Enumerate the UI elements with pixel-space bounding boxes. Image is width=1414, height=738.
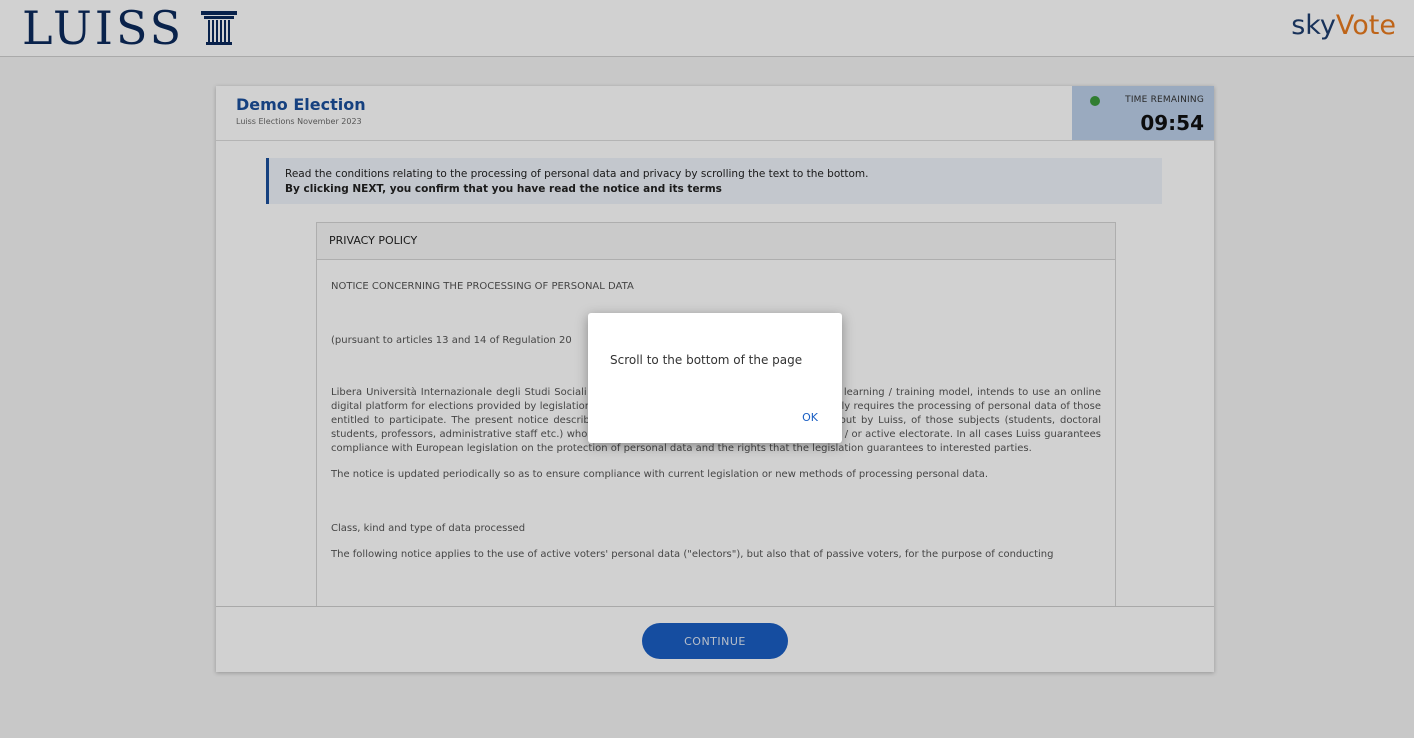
scroll-alert-dialog: Scroll to the bottom of the page OK bbox=[588, 313, 842, 443]
dialog-ok-button[interactable]: OK bbox=[796, 407, 824, 428]
dialog-message: Scroll to the bottom of the page bbox=[610, 353, 803, 367]
